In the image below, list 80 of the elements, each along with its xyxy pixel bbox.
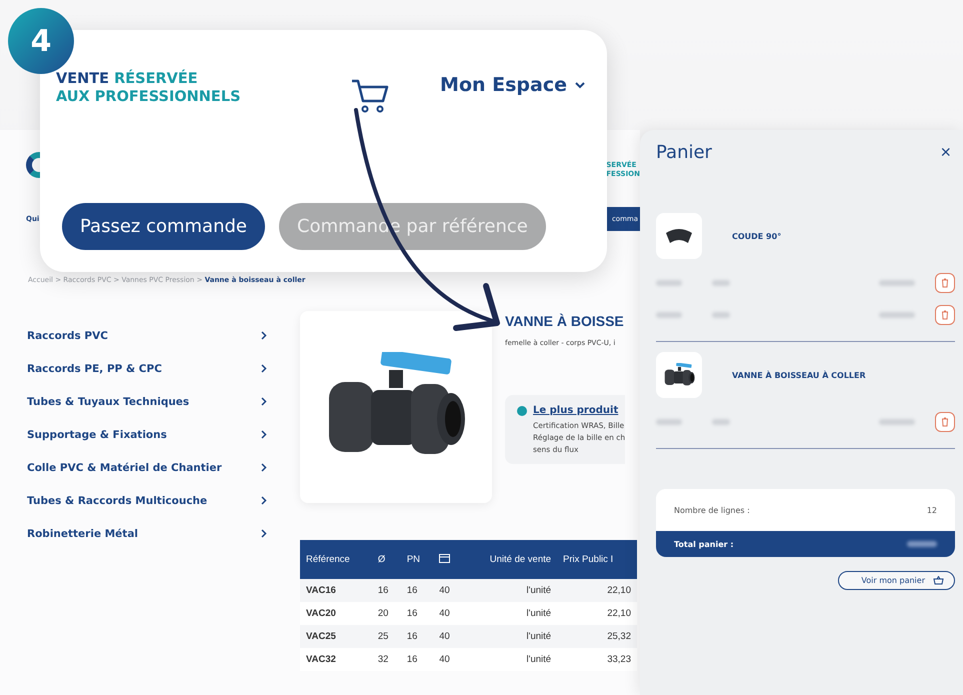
trash-icon	[941, 417, 949, 427]
elbow-fitting-drawing	[664, 227, 694, 245]
column-header: Référence	[300, 540, 372, 579]
table-cell: 22,10	[557, 579, 637, 602]
delete-button[interactable]	[935, 412, 955, 432]
table-cell: 25	[372, 625, 401, 648]
cart-item-name: COUDE 90°	[732, 232, 782, 240]
close-button[interactable]: ×	[936, 142, 955, 163]
table-cell: VAC32	[300, 648, 372, 671]
box-icon	[439, 554, 450, 562]
basket-icon	[933, 576, 944, 585]
product-title: VANNE À BOISSE	[505, 313, 625, 329]
column-header: PN	[400, 540, 434, 579]
chevron-right-icon	[261, 430, 267, 439]
column-header: Ø	[372, 540, 401, 579]
table-cell: 33,23	[557, 648, 637, 671]
tagline-text: RÉSERVÉE	[114, 70, 198, 88]
category-link[interactable]: Robinetterie Métal	[27, 517, 267, 550]
category-link[interactable]: Raccords PVC	[27, 319, 267, 352]
table-cell: VAC20	[300, 602, 372, 625]
order-button[interactable]: Passez commande	[62, 203, 265, 250]
table-cell: 40	[433, 625, 463, 648]
table-cell: l'unité	[462, 648, 558, 671]
column-header: Unité de vente	[462, 540, 558, 579]
blurred-text	[656, 419, 682, 425]
table-cell: 16	[372, 579, 401, 602]
table-cell: 25,32	[557, 625, 637, 648]
delete-button[interactable]	[935, 273, 955, 293]
account-menu[interactable]: Mon Espace	[440, 74, 585, 96]
table-cell: 32	[372, 648, 401, 671]
table-cell: l'unité	[462, 625, 558, 648]
feature-icon	[517, 406, 527, 416]
chevron-right-icon	[261, 364, 267, 373]
feature-title: Le plus produit	[533, 405, 620, 416]
blurred-text	[712, 419, 730, 425]
blurred-text	[712, 312, 730, 318]
blurred-text	[879, 312, 915, 318]
blurred-text	[656, 312, 682, 318]
table-cell: l'unité	[462, 602, 558, 625]
blurred-text	[879, 419, 915, 425]
trash-icon	[941, 278, 949, 288]
chevron-right-icon	[261, 463, 267, 472]
table-cell: 16	[400, 625, 434, 648]
table-cell: 40	[433, 648, 463, 671]
total-label: Total panier :	[674, 540, 734, 548]
table-cell: 40	[433, 602, 463, 625]
summary-label: Nombre de lignes :	[674, 506, 750, 514]
table-cell: 20	[372, 602, 401, 625]
delete-button[interactable]	[935, 305, 955, 325]
blurred-text	[656, 280, 682, 286]
trash-icon	[941, 310, 949, 320]
category-link[interactable]: Raccords PE, PP & CPC	[27, 352, 267, 385]
chevron-down-icon	[575, 82, 585, 88]
table-cell: 16	[400, 602, 434, 625]
blurred-text	[879, 280, 915, 286]
table-cell: 40	[433, 579, 463, 602]
tagline-text: AUX PROFESSIONNELS	[56, 88, 241, 106]
category-link[interactable]: Tubes & Raccords Multicouche	[27, 484, 267, 517]
table-cell: l'unité	[462, 579, 558, 602]
view-cart-button[interactable]: Voir mon panier	[838, 571, 955, 590]
blurred-text	[907, 541, 937, 547]
table-cell: 16	[400, 579, 434, 602]
summary-value: 12	[926, 506, 937, 514]
chevron-right-icon	[261, 397, 267, 406]
blurred-text	[712, 280, 730, 286]
table-cell: VAC16	[300, 579, 372, 602]
table-cell: 22,10	[557, 602, 637, 625]
valve-drawing	[662, 362, 696, 388]
category-link[interactable]: Supportage & Fixations	[27, 418, 267, 451]
category-link[interactable]: Colle PVC & Matériel de Chantier	[27, 451, 267, 484]
chevron-right-icon	[261, 529, 267, 538]
cart-item-name: VANNE À BOISSEAU À COLLER	[732, 370, 866, 380]
column-header: Prix Public I	[557, 540, 637, 579]
table-cell: 16	[400, 648, 434, 671]
chevron-right-icon	[261, 331, 267, 340]
chevron-right-icon	[261, 496, 267, 505]
cart-icon[interactable]	[350, 78, 390, 114]
category-link[interactable]: Tubes & Tuyaux Techniques	[27, 385, 267, 418]
cart-title: Panier	[656, 142, 712, 163]
table-cell: VAC25	[300, 625, 372, 648]
